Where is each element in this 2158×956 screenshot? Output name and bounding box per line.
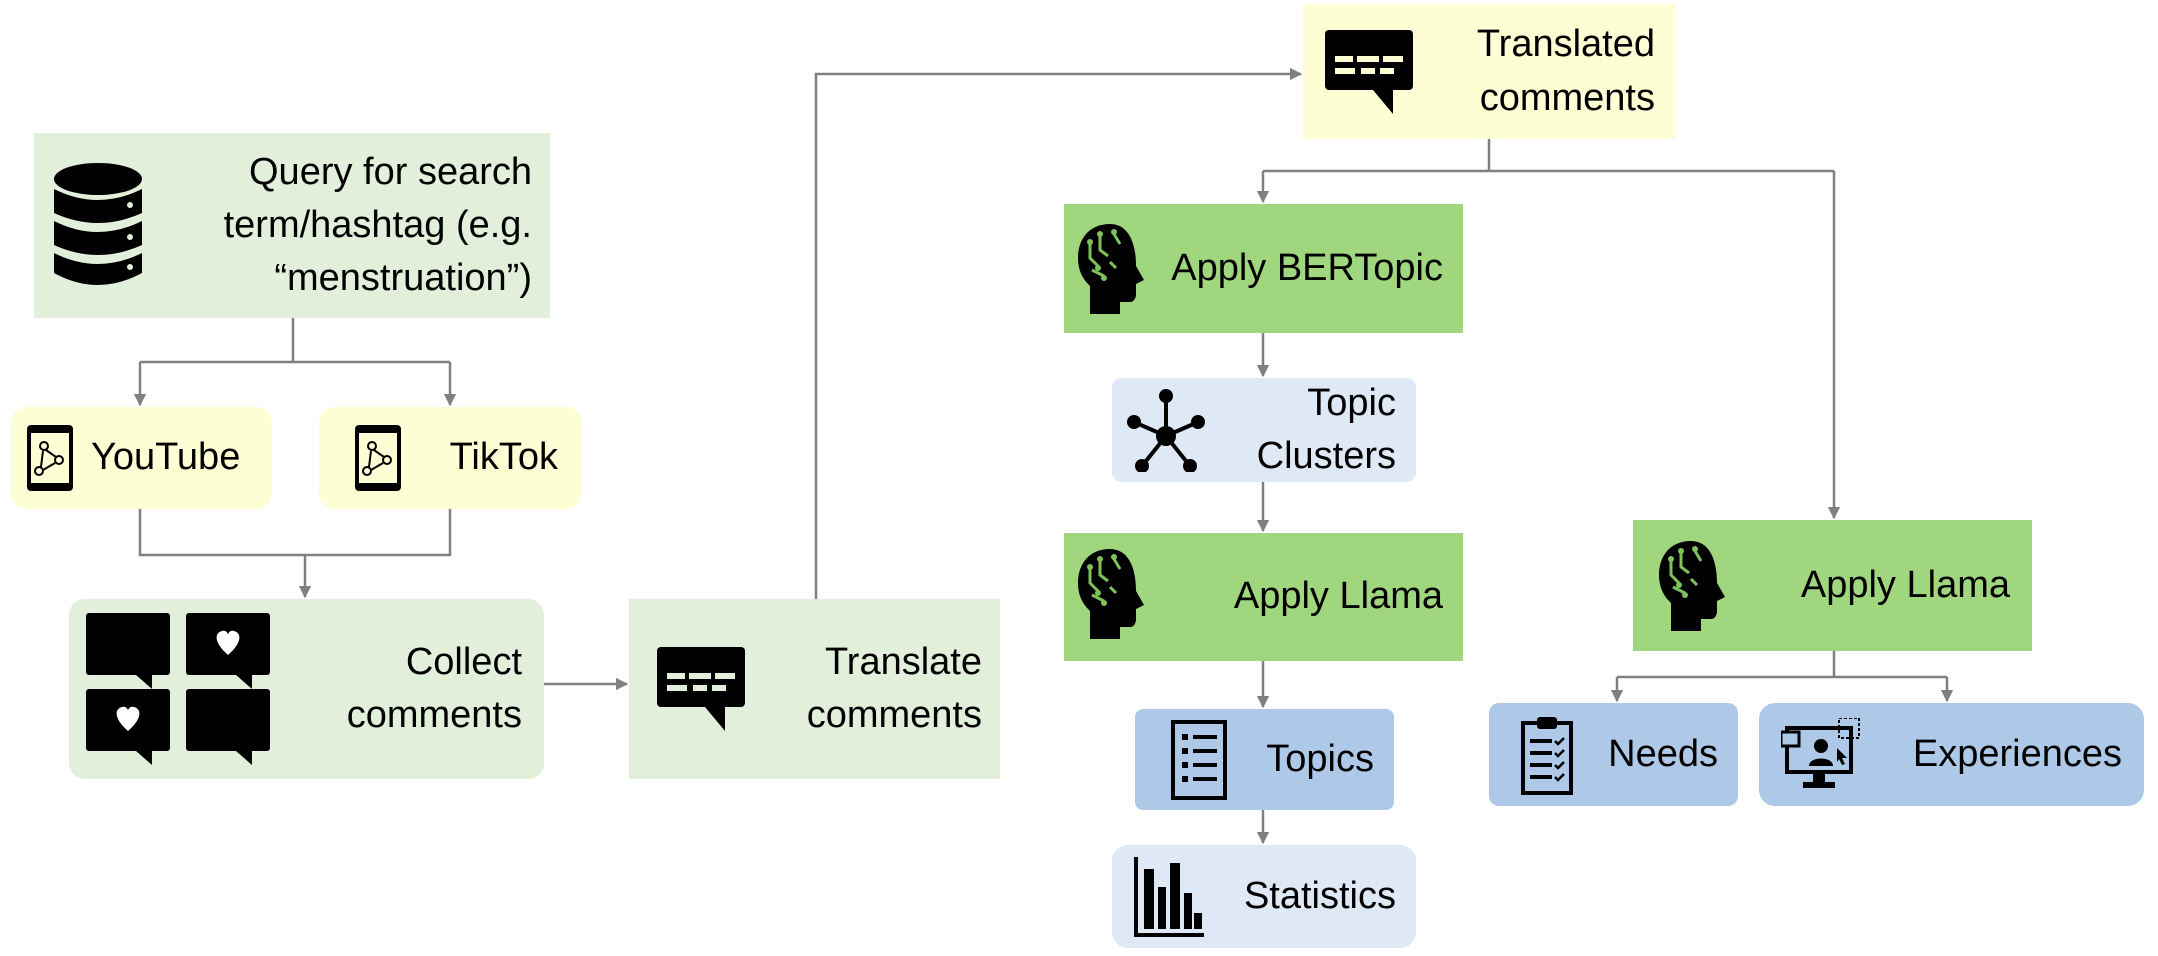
node-label: Apply Llama bbox=[1800, 563, 2010, 606]
phone-network-icon bbox=[353, 424, 403, 492]
monitor-user-icon bbox=[1781, 717, 1861, 792]
subtitle-bubble-icon bbox=[1325, 29, 1413, 114]
connector-query-split bbox=[140, 318, 450, 364]
node-clusters: Topic Clusters bbox=[1112, 378, 1416, 482]
list-icon bbox=[1171, 719, 1227, 800]
node-label: TikTok bbox=[449, 436, 558, 479]
node-experiences: Experiences bbox=[1759, 703, 2144, 806]
node-llama-1: Apply Llama bbox=[1064, 533, 1463, 661]
ai-head-icon bbox=[1657, 539, 1727, 633]
node-label: Collect comments bbox=[346, 640, 522, 736]
node-label: Topic Clusters bbox=[1256, 381, 1396, 477]
connector-platforms-merge bbox=[138, 509, 452, 557]
node-topics: Topics bbox=[1135, 709, 1394, 810]
connector-llama2-split bbox=[1617, 651, 1947, 679]
bar-chart-icon bbox=[1134, 856, 1204, 937]
node-label: Apply Llama bbox=[1233, 575, 1443, 618]
pipeline-diagram: Query for search term/hashtag (e.g. “men… bbox=[0, 0, 2158, 956]
node-label: Apply BERTopic bbox=[1171, 246, 1443, 289]
node-label: Translated comments bbox=[1476, 23, 1655, 119]
arrow-translate-translated bbox=[814, 67, 1303, 599]
node-needs: Needs bbox=[1489, 703, 1738, 806]
node-llama-2: Apply Llama bbox=[1633, 520, 2032, 651]
clipboard-checklist-icon bbox=[1521, 715, 1573, 795]
node-label: Experiences bbox=[1912, 732, 2122, 775]
cluster-icon bbox=[1126, 388, 1206, 472]
node-tiktok: TikTok bbox=[319, 407, 582, 509]
node-label: Needs bbox=[1608, 732, 1718, 775]
ai-head-icon bbox=[1076, 547, 1146, 641]
node-youtube: YouTube bbox=[11, 407, 272, 509]
phone-network-icon bbox=[25, 424, 75, 492]
node-query: Query for search term/hashtag (e.g. “men… bbox=[34, 133, 550, 318]
node-label: Translate comments bbox=[806, 640, 982, 736]
node-label: Statistics bbox=[1243, 874, 1396, 917]
node-statistics: Statistics bbox=[1112, 845, 1416, 948]
node-bertopic: Apply BERTopic bbox=[1064, 204, 1463, 333]
node-collect: Collect comments bbox=[69, 599, 544, 779]
comment-bubbles-icon bbox=[86, 613, 270, 765]
node-translate: Translate comments bbox=[629, 599, 1000, 779]
node-label: Query for search term/hashtag (e.g. “men… bbox=[223, 150, 532, 300]
ai-head-icon bbox=[1076, 222, 1146, 316]
node-label: Topics bbox=[1266, 737, 1374, 780]
node-label: YouTube bbox=[91, 436, 241, 479]
subtitle-bubble-icon bbox=[657, 647, 745, 731]
database-icon bbox=[52, 161, 144, 291]
node-translated: Translated comments bbox=[1303, 4, 1675, 139]
connector-translated-split bbox=[1263, 139, 1834, 173]
